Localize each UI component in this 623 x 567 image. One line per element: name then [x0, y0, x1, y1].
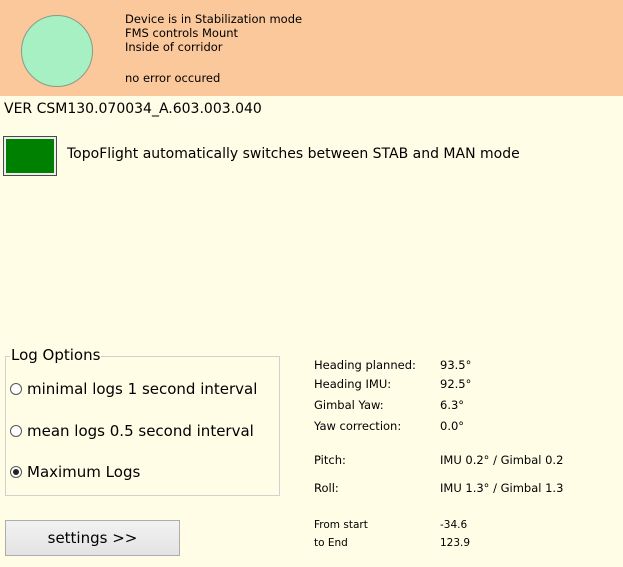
log-options-title: Log Options: [10, 346, 102, 364]
status-mode-text: Device is in Stabilization mode: [125, 12, 303, 26]
status-control-text: FMS controls Mount: [125, 26, 239, 40]
status-panel: Device is in Stabilization mode FMS cont…: [0, 0, 623, 96]
heading-planned-value: 93.5°: [440, 358, 472, 372]
yaw-correction-value: 0.0°: [440, 419, 465, 433]
heading-imu-label: Heading IMU:: [314, 377, 392, 391]
log-option-label: minimal logs 1 second interval: [27, 380, 258, 398]
mode-switch-button[interactable]: [3, 136, 57, 176]
roll-label: Roll:: [314, 481, 339, 495]
to-end-label: to End: [314, 537, 348, 549]
status-corridor-text: Inside of corridor: [125, 40, 223, 54]
gimbal-yaw-value: 6.3°: [440, 398, 465, 412]
mode-description: TopoFlight automatically switches betwee…: [67, 146, 520, 162]
log-option-label: Maximum Logs: [27, 463, 141, 481]
radio-button[interactable]: [10, 383, 22, 395]
radio-button[interactable]: [10, 425, 22, 437]
mode-indicator-fill: [6, 139, 54, 173]
from-start-label: From start: [314, 519, 368, 531]
status-indicator-light: [21, 15, 93, 87]
log-option-mean[interactable]: mean logs 0.5 second interval: [10, 422, 254, 440]
pitch-value: IMU 0.2° / Gimbal 0.2: [440, 453, 564, 467]
log-option-minimal[interactable]: minimal logs 1 second interval: [10, 380, 257, 398]
settings-button[interactable]: settings >>: [5, 520, 180, 556]
roll-value: IMU 1.3° / Gimbal 1.3: [440, 481, 564, 495]
heading-planned-label: Heading planned:: [314, 358, 416, 372]
status-error-text: no error occured: [125, 71, 221, 85]
to-end-value: 123.9: [440, 537, 471, 549]
heading-imu-value: 92.5°: [440, 377, 472, 391]
version-label: VER CSM130.070034_A.603.003.040: [4, 101, 262, 117]
radio-button-selected[interactable]: [10, 466, 22, 478]
yaw-correction-label: Yaw correction:: [314, 419, 402, 433]
log-option-label: mean logs 0.5 second interval: [27, 422, 254, 440]
log-option-maximum[interactable]: Maximum Logs: [10, 463, 140, 481]
from-start-value: -34.6: [440, 519, 468, 531]
gimbal-yaw-label: Gimbal Yaw:: [314, 398, 384, 412]
pitch-label: Pitch:: [314, 453, 346, 467]
